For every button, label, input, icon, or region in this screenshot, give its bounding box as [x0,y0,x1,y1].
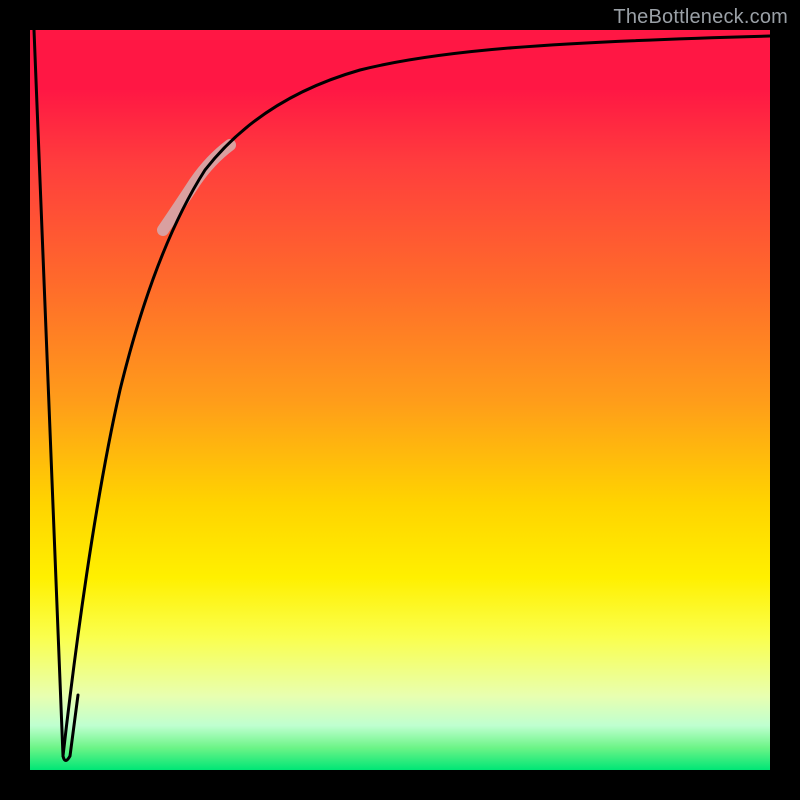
plot-area [30,30,770,770]
main-curve [63,36,770,756]
watermark-text: TheBottleneck.com [613,6,788,29]
curve-layer [30,30,770,770]
left-spike [34,30,78,761]
highlight-segment [163,145,230,230]
chart-frame: TheBottleneck.com [0,0,800,800]
